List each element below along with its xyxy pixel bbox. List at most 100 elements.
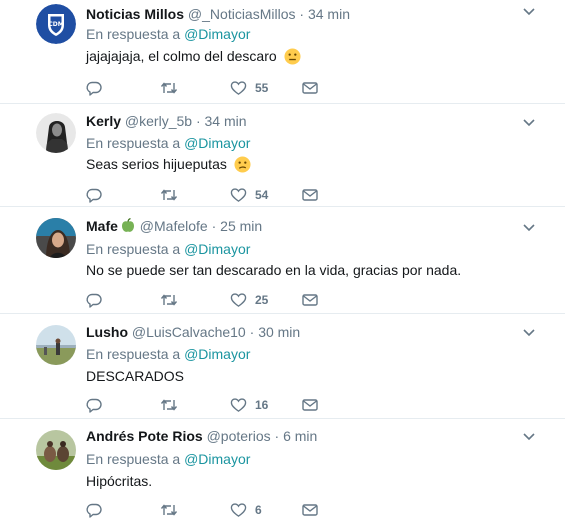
timestamp[interactable]: 34 min [308, 6, 350, 22]
like-button[interactable]: 16 [230, 395, 268, 415]
like-button[interactable]: 25 [230, 290, 268, 310]
tweet-text: DESCARADOS [86, 368, 184, 384]
chevron-down-icon[interactable] [523, 329, 535, 337]
tweet-text: Seas serios hijueputas [86, 156, 251, 173]
direct-message-button[interactable] [302, 500, 318, 520]
envelope-icon [302, 399, 318, 411]
user-handle[interactable]: @_NoticiasMillos [188, 6, 296, 22]
tweet[interactable]: CDM Noticias Millos @_NoticiasMillos · 3… [0, 0, 565, 104]
mention-link[interactable]: @Dimayor [184, 241, 250, 257]
retweet-button[interactable] [160, 500, 178, 520]
like-button[interactable]: 54 [230, 185, 268, 205]
retweet-icon [160, 189, 178, 201]
retweet-button[interactable] [160, 185, 178, 205]
envelope-icon [302, 82, 318, 94]
tweet-actions: 25 [86, 290, 336, 310]
retweet-icon [160, 504, 178, 516]
reply-prefix: En respuesta a [86, 135, 181, 151]
tweet-text-content: No se puede ser tan descarado en la vida… [86, 262, 462, 278]
svg-text:CDM: CDM [48, 21, 63, 28]
reply-button[interactable] [86, 185, 102, 205]
direct-message-button[interactable] [302, 185, 318, 205]
retweet-button[interactable] [160, 290, 178, 310]
reply-prefix: En respuesta a [86, 451, 181, 467]
retweet-button[interactable] [160, 78, 178, 98]
like-button[interactable]: 6 [230, 500, 262, 520]
avatar[interactable] [36, 218, 76, 258]
timestamp[interactable]: 34 min [205, 113, 247, 129]
timestamp[interactable]: 25 min [220, 218, 262, 234]
separator: · [299, 6, 305, 22]
green-apple-icon [121, 218, 134, 232]
tweet[interactable]: Mafe @Mafelofe · 25 min En respuesta a @… [0, 208, 565, 314]
user-handle[interactable]: @poterios [207, 428, 271, 444]
separator: · [249, 324, 255, 340]
avatar[interactable] [36, 430, 76, 470]
retweet-icon [160, 294, 178, 306]
timestamp[interactable]: 6 min [283, 428, 317, 444]
retweet-icon [160, 82, 178, 94]
reply-icon [86, 398, 102, 413]
user-handle[interactable]: @kerly_5b [125, 113, 192, 129]
heart-icon [230, 503, 247, 517]
mention-link[interactable]: @Dimayor [184, 135, 250, 151]
mention-link[interactable]: @Dimayor [184, 451, 250, 467]
tweet-text-content: DESCARADOS [86, 368, 185, 384]
reply-button[interactable] [86, 395, 102, 415]
like-count: 25 [255, 293, 269, 307]
tweet-text: Hipócritas. [86, 473, 152, 489]
direct-message-button[interactable] [302, 78, 318, 98]
user-handle[interactable]: @LuisCalvache10 [132, 324, 246, 340]
chevron-down-icon[interactable] [523, 433, 535, 441]
separator: · [195, 113, 201, 129]
tweet-actions: 55 [86, 78, 336, 98]
envelope-icon [302, 294, 318, 306]
avatar[interactable] [36, 325, 76, 365]
heart-icon [230, 293, 247, 307]
user-handle[interactable]: @Mafelofe [140, 218, 208, 234]
reply-icon [86, 81, 102, 96]
display-name[interactable]: Mafe [86, 218, 118, 234]
heart-icon [230, 81, 247, 95]
tweet-header: Andrés Pote Rios @poterios · 6 min [86, 428, 317, 444]
timestamp[interactable]: 30 min [258, 324, 300, 340]
display-name[interactable]: Lusho [86, 324, 128, 340]
reply-button[interactable] [86, 290, 102, 310]
tweet-text: No se puede ser tan descarado en la vida… [86, 262, 461, 278]
chevron-down-icon[interactable] [523, 224, 535, 232]
like-count: 16 [255, 398, 269, 412]
tweet[interactable]: Andrés Pote Rios @poterios · 6 min En re… [0, 420, 565, 523]
direct-message-button[interactable] [302, 395, 318, 415]
avatar[interactable] [36, 113, 76, 153]
mention-link[interactable]: @Dimayor [184, 26, 250, 42]
tweet-text: jajajajaja, el colmo del descaro [86, 48, 301, 65]
reply-context: En respuesta a @Dimayor [86, 135, 250, 151]
tweet-header: Noticias Millos @_NoticiasMillos · 34 mi… [86, 6, 350, 22]
avatar[interactable]: CDM [36, 4, 76, 44]
chevron-down-icon[interactable] [523, 8, 535, 16]
reply-context: En respuesta a @Dimayor [86, 241, 250, 257]
tweet[interactable]: Kerly @kerly_5b · 34 min En respuesta a … [0, 105, 565, 207]
like-count: 54 [255, 188, 269, 202]
tweet[interactable]: Lusho @LuisCalvache10 · 30 min En respue… [0, 315, 565, 419]
display-name[interactable]: Andrés Pote Rios [86, 428, 203, 444]
tweet-header: Lusho @LuisCalvache10 · 30 min [86, 324, 300, 340]
reply-icon [86, 503, 102, 518]
reply-prefix: En respuesta a [86, 26, 181, 42]
direct-message-button[interactable] [302, 290, 318, 310]
separator: · [274, 428, 280, 444]
tweet-actions: 54 [86, 185, 336, 205]
display-name[interactable]: Kerly [86, 113, 121, 129]
reply-prefix: En respuesta a [86, 346, 181, 362]
mention-link[interactable]: @Dimayor [184, 346, 250, 362]
display-name[interactable]: Noticias Millos [86, 6, 184, 22]
reply-button[interactable] [86, 78, 102, 98]
neutral-face-icon [284, 48, 301, 65]
chevron-down-icon[interactable] [523, 119, 535, 127]
retweet-button[interactable] [160, 395, 178, 415]
reply-icon [86, 188, 102, 203]
like-button[interactable]: 55 [230, 78, 268, 98]
reply-button[interactable] [86, 500, 102, 520]
envelope-icon [302, 504, 318, 516]
heart-icon [230, 398, 247, 412]
